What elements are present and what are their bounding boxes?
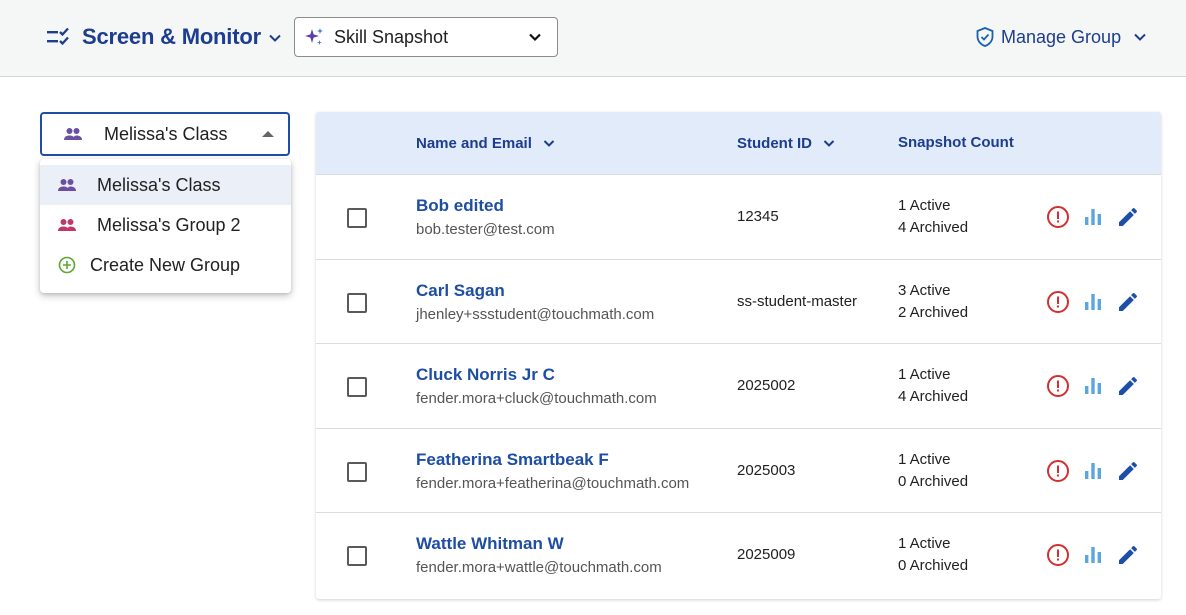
alert-icon[interactable]	[1046, 205, 1070, 229]
shield-check-icon	[976, 27, 994, 47]
caret-up-icon	[262, 131, 274, 137]
group-option-label: Melissa's Class	[97, 174, 221, 195]
row-checkbox[interactable]	[347, 292, 367, 313]
bar-chart-icon[interactable]	[1081, 459, 1105, 483]
chevron-down-icon	[823, 140, 835, 147]
pencil-icon[interactable]	[1116, 290, 1140, 314]
student-id: 12345	[737, 208, 779, 225]
chevron-down-icon	[1134, 33, 1146, 41]
column-header-student-id[interactable]: Student ID	[737, 134, 838, 152]
group-menu: Melissa's Class Melissa's Group 2 Create…	[40, 159, 291, 293]
assessment-select-value: Skill Snapshot	[334, 26, 449, 47]
people-icon	[58, 219, 76, 231]
table-row: Featherina Smartbeak F fender.mora+feath…	[316, 429, 1161, 513]
group-option-label: Melissa's Group 2	[97, 214, 241, 235]
column-header-snapshot-count: Snapshot Count	[898, 134, 1014, 151]
table-row: Cluck Norris Jr C fender.mora+cluck@touc…	[316, 344, 1161, 429]
student-email: bob.tester@test.com	[416, 221, 555, 238]
row-checkbox[interactable]	[347, 208, 367, 228]
bar-chart-icon[interactable]	[1081, 290, 1105, 314]
student-email: fender.mora+featherina@touchmath.com	[416, 474, 690, 492]
app-title: Screen & Monitor	[82, 24, 261, 49]
bar-chart-icon[interactable]	[1081, 205, 1105, 229]
alert-icon[interactable]	[1046, 290, 1070, 314]
student-name-link[interactable]: Wattle Whitman W	[416, 534, 564, 554]
top-bar: Screen & Monitor Skill Snapshot Manage G…	[0, 0, 1186, 77]
student-id: 2025003	[737, 461, 796, 479]
pencil-icon[interactable]	[1116, 543, 1140, 567]
chevron-down-icon	[543, 140, 555, 147]
sparkle-icon	[305, 28, 323, 45]
column-header-label: Snapshot Count	[898, 134, 1014, 151]
row-checkbox[interactable]	[347, 546, 367, 566]
active-count: 1 Active	[898, 366, 951, 383]
people-icon	[58, 179, 76, 191]
pencil-icon[interactable]	[1116, 374, 1140, 398]
group-select[interactable]: Melissa's Class	[40, 112, 290, 156]
students-table: Name and Email Student ID Snapshot Count…	[316, 112, 1161, 599]
alert-icon[interactable]	[1046, 543, 1070, 567]
active-count: 1 Active	[898, 197, 951, 214]
archived-count: 4 Archived	[898, 219, 969, 236]
checklist-icon	[47, 27, 69, 46]
archived-count: 4 Archived	[898, 388, 969, 405]
group-option-label: Create New Group	[90, 254, 241, 275]
student-email: jhenley+ssstudent@touchmath.com	[416, 305, 655, 323]
row-checkbox[interactable]	[347, 377, 367, 397]
column-header-label: Name and Email	[416, 134, 532, 152]
table-header: Name and Email Student ID Snapshot Count	[316, 112, 1161, 175]
manage-group-label: Manage Group	[1001, 26, 1122, 47]
bar-chart-icon[interactable]	[1081, 543, 1105, 567]
chevron-down-icon	[529, 33, 541, 42]
active-count: 1 Active	[898, 450, 951, 468]
table-row: Carl Sagan jhenley+ssstudent@touchmath.c…	[316, 260, 1161, 344]
table-row: Bob edited bob.tester@test.com 12345 1 A…	[316, 175, 1161, 260]
student-name-link[interactable]: Featherina Smartbeak F	[416, 450, 609, 470]
table-body: Bob edited bob.tester@test.com 12345 1 A…	[316, 175, 1161, 598]
group-option-melissas-class[interactable]: Melissa's Class	[40, 165, 291, 205]
create-new-group-option[interactable]: Create New Group	[40, 245, 291, 285]
people-icon	[64, 128, 82, 140]
student-email: fender.mora+cluck@touchmath.com	[416, 390, 657, 407]
student-id: 2025002	[737, 377, 796, 394]
alert-icon[interactable]	[1046, 459, 1070, 483]
alert-icon[interactable]	[1046, 374, 1070, 398]
student-name-link[interactable]: Bob edited	[416, 196, 504, 216]
row-checkbox[interactable]	[347, 461, 367, 482]
group-option-melissas-group-2[interactable]: Melissa's Group 2	[40, 205, 291, 245]
app-switcher[interactable]: Screen & Monitor	[44, 23, 285, 51]
pencil-icon[interactable]	[1116, 205, 1140, 229]
group-select-value: Melissa's Class	[104, 123, 228, 144]
student-name-link[interactable]: Cluck Norris Jr C	[416, 365, 555, 385]
plus-circle-icon	[58, 256, 76, 274]
column-header-label: Student ID	[737, 134, 812, 152]
archived-count: 0 Archived	[898, 472, 969, 490]
archived-count: 2 Archived	[898, 303, 969, 321]
column-header-name[interactable]: Name and Email	[416, 134, 558, 152]
student-id: ss-student-master	[737, 292, 858, 310]
student-id: 2025009	[737, 546, 796, 563]
active-count: 1 Active	[898, 535, 951, 552]
bar-chart-icon[interactable]	[1081, 374, 1105, 398]
assessment-select[interactable]: Skill Snapshot	[294, 17, 558, 57]
student-email: fender.mora+wattle@touchmath.com	[416, 559, 662, 576]
archived-count: 0 Archived	[898, 557, 969, 574]
pencil-icon[interactable]	[1116, 459, 1140, 483]
active-count: 3 Active	[898, 281, 951, 299]
student-name-link[interactable]: Carl Sagan	[416, 281, 505, 301]
chevron-down-icon	[269, 34, 281, 42]
table-row: Wattle Whitman W fender.mora+wattle@touc…	[316, 513, 1161, 598]
manage-group-menu[interactable]: Manage Group	[974, 24, 1150, 50]
